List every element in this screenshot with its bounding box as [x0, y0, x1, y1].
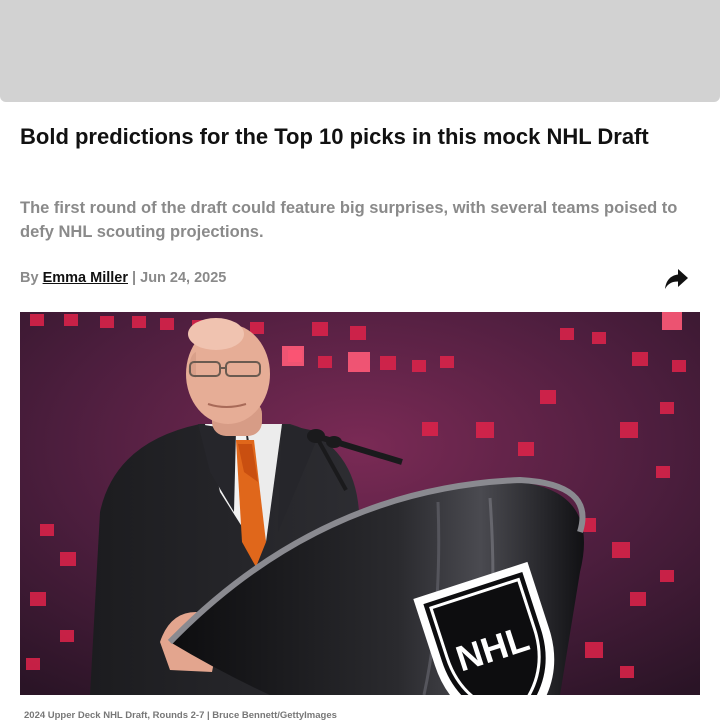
image-caption: 2024 Upper Deck NHL Draft, Rounds 2-7 | …	[24, 710, 337, 721]
publish-date: Jun 24, 2025	[140, 270, 227, 286]
ad-placeholder	[0, 0, 720, 102]
article-subheadline: The first round of the draft could featu…	[20, 199, 678, 241]
byline-separator: |	[132, 270, 137, 286]
author-link[interactable]: Emma Miller	[43, 270, 128, 286]
article-headline: Bold predictions for the Top 10 picks in…	[20, 124, 649, 149]
article-byline: By Emma Miller | Jun 24, 2025	[20, 268, 226, 288]
hero-image: NHL	[20, 312, 700, 695]
byline-prefix: By	[20, 270, 39, 286]
share-button[interactable]	[662, 266, 690, 292]
share-arrow-icon	[665, 269, 688, 289]
